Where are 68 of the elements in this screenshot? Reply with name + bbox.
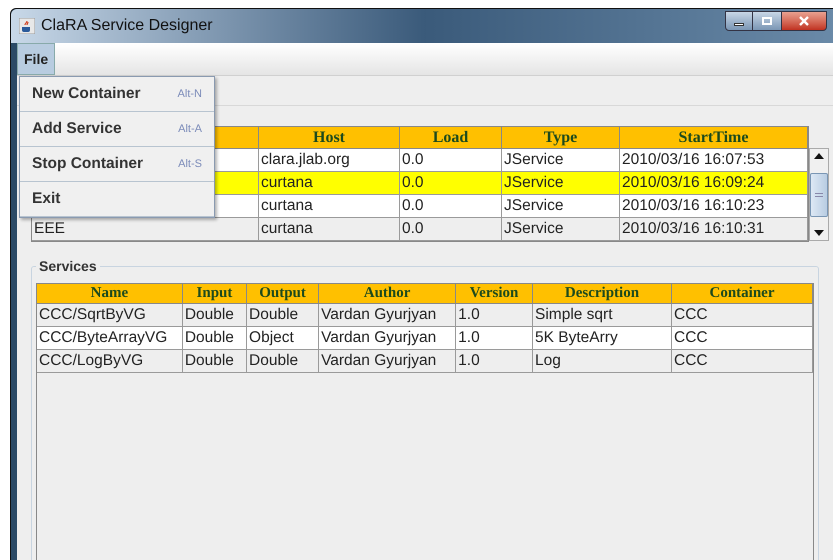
table-cell-text: 0.0 bbox=[402, 219, 424, 240]
table-cell-text: 5K ByteArry bbox=[535, 328, 618, 348]
close-button[interactable] bbox=[781, 11, 827, 31]
menu-item[interactable]: New Container Alt-N bbox=[20, 77, 214, 112]
table-cell-text: 1.0 bbox=[458, 351, 480, 372]
table-cell-text: CCC/SqrtByVG bbox=[39, 305, 146, 326]
table-cell-text: Vardan Gyurjyan bbox=[321, 305, 436, 326]
column-header[interactable]: Host bbox=[259, 127, 400, 149]
table-cell-text: curtana bbox=[261, 196, 313, 216]
table-cell-text: clara.jlab.org bbox=[261, 150, 350, 170]
column-header[interactable]: Version bbox=[456, 284, 533, 304]
table-cell-text: curtana bbox=[261, 219, 313, 240]
column-header[interactable]: Description bbox=[532, 284, 672, 304]
maximize-button[interactable] bbox=[753, 11, 781, 31]
table-cell-text: Double bbox=[184, 328, 234, 348]
window-title: ClaRA Service Designer bbox=[41, 16, 213, 36]
coffee-cup-icon bbox=[19, 18, 35, 34]
table-cell-text: 2010/03/16 16:07:53 bbox=[622, 150, 764, 170]
menu-item[interactable]: Exit bbox=[20, 182, 214, 217]
down-arrow-icon bbox=[814, 230, 824, 236]
menu-item[interactable]: Add Service Alt-A bbox=[20, 112, 214, 147]
table-cell-text: Object bbox=[249, 328, 294, 348]
table-cell-text: CCC bbox=[674, 351, 708, 372]
column-header[interactable]: Type bbox=[502, 127, 620, 149]
column-header[interactable]: Input bbox=[182, 284, 248, 304]
table-cell-text: 2010/03/16 16:10:31 bbox=[622, 219, 764, 240]
table-cell-text: 1.0 bbox=[458, 328, 480, 348]
table-cell-text: 1.0 bbox=[458, 305, 480, 326]
table-cell-text: JService bbox=[504, 150, 564, 170]
close-icon bbox=[799, 16, 809, 26]
minimize-button[interactable] bbox=[725, 11, 753, 31]
table-cell-text: Double bbox=[184, 351, 234, 372]
menu-item[interactable]: Stop Container Alt-S bbox=[20, 147, 214, 182]
table-cell-text: Vardan Gyurjyan bbox=[321, 351, 436, 372]
table-cell-text: JService bbox=[504, 173, 564, 194]
table-row[interactable]: CCC/ByteArrayVG Double Object Vardan Gyurjyan 1.0 5K ByteArry CCC bbox=[37, 327, 813, 350]
table-cell-text: CCC/LogByVG bbox=[39, 351, 144, 372]
column-header[interactable]: Container bbox=[672, 284, 813, 304]
table-cell-text: Simple sqrt bbox=[535, 305, 613, 326]
column-header[interactable]: Load bbox=[400, 127, 502, 149]
table-cell-text: curtana bbox=[261, 173, 313, 194]
table-cell-text: JService bbox=[504, 219, 564, 240]
column-header[interactable]: Output bbox=[247, 284, 320, 304]
table-cell-text: 0.0 bbox=[402, 196, 424, 216]
table-cell-text: EEE bbox=[34, 219, 66, 240]
column-header[interactable]: Name bbox=[37, 284, 183, 304]
column-header[interactable]: Author bbox=[319, 284, 456, 304]
up-arrow-icon bbox=[814, 153, 824, 159]
table-cell-text: CCC bbox=[674, 328, 708, 348]
scroll-thumb[interactable] bbox=[810, 172, 828, 216]
table-cell-text: JService bbox=[504, 196, 564, 216]
table-cell-text: Vardan Gyurjyan bbox=[321, 328, 436, 348]
table-cell-text: Double bbox=[249, 351, 298, 372]
table-cell-text: Double bbox=[249, 305, 298, 326]
table-row[interactable]: EEE curtana 0.0 JService 2010/03/16 16:10:31 bbox=[32, 218, 808, 241]
table-cell-text: 2010/03/16 16:09:24 bbox=[622, 173, 764, 194]
table-cell-text: Log bbox=[535, 351, 561, 372]
table-cell-text: 0.0 bbox=[402, 173, 424, 194]
table-cell-text: Double bbox=[184, 305, 234, 326]
table-cell-text: 2010/03/16 16:10:23 bbox=[622, 196, 764, 216]
table-cell-text: CCC bbox=[674, 305, 708, 326]
table-cell-text: CCC/ByteArrayVG bbox=[39, 328, 168, 348]
menu-item[interactable]: File bbox=[17, 43, 56, 75]
column-header[interactable]: StartTime bbox=[620, 127, 808, 149]
table-row[interactable]: CCC/SqrtByVG Double Double Vardan Gyurjyan 1.0 Simple sqrt CCC bbox=[37, 304, 813, 327]
table-cell-text: 0.0 bbox=[402, 150, 424, 170]
table-row[interactable]: CCC/LogByVG Double Double Vardan Gyurjyan 1.0 Log CCC bbox=[37, 350, 813, 373]
scrollbar[interactable] bbox=[809, 148, 829, 241]
